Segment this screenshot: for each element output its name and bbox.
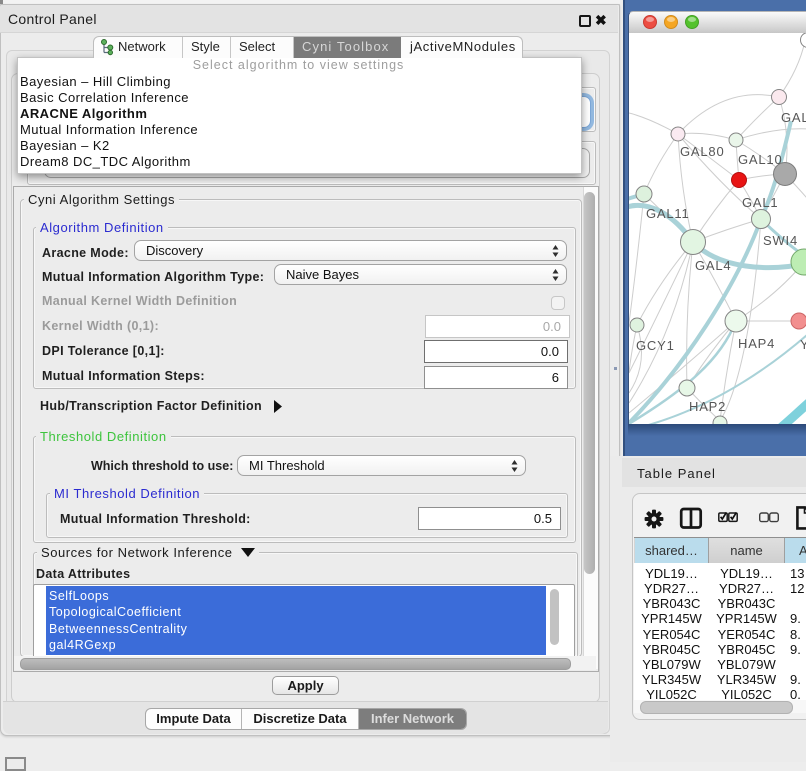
svg-text:SWI4: SWI4 bbox=[763, 233, 798, 248]
svg-text:GAL4: GAL4 bbox=[695, 258, 731, 273]
svg-text:GAL1: GAL1 bbox=[742, 195, 778, 210]
svg-text:HAP4: HAP4 bbox=[738, 336, 775, 351]
svg-text:HAP2: HAP2 bbox=[689, 399, 726, 414]
svg-text:GAL10: GAL10 bbox=[738, 152, 782, 167]
svg-text:GCY1: GCY1 bbox=[636, 338, 675, 353]
svg-text:GAL80: GAL80 bbox=[680, 144, 724, 159]
svg-text:GAL11: GAL11 bbox=[646, 206, 690, 221]
svg-text:Y: Y bbox=[800, 337, 806, 352]
svg-text:GAL7: GAL7 bbox=[781, 110, 806, 125]
